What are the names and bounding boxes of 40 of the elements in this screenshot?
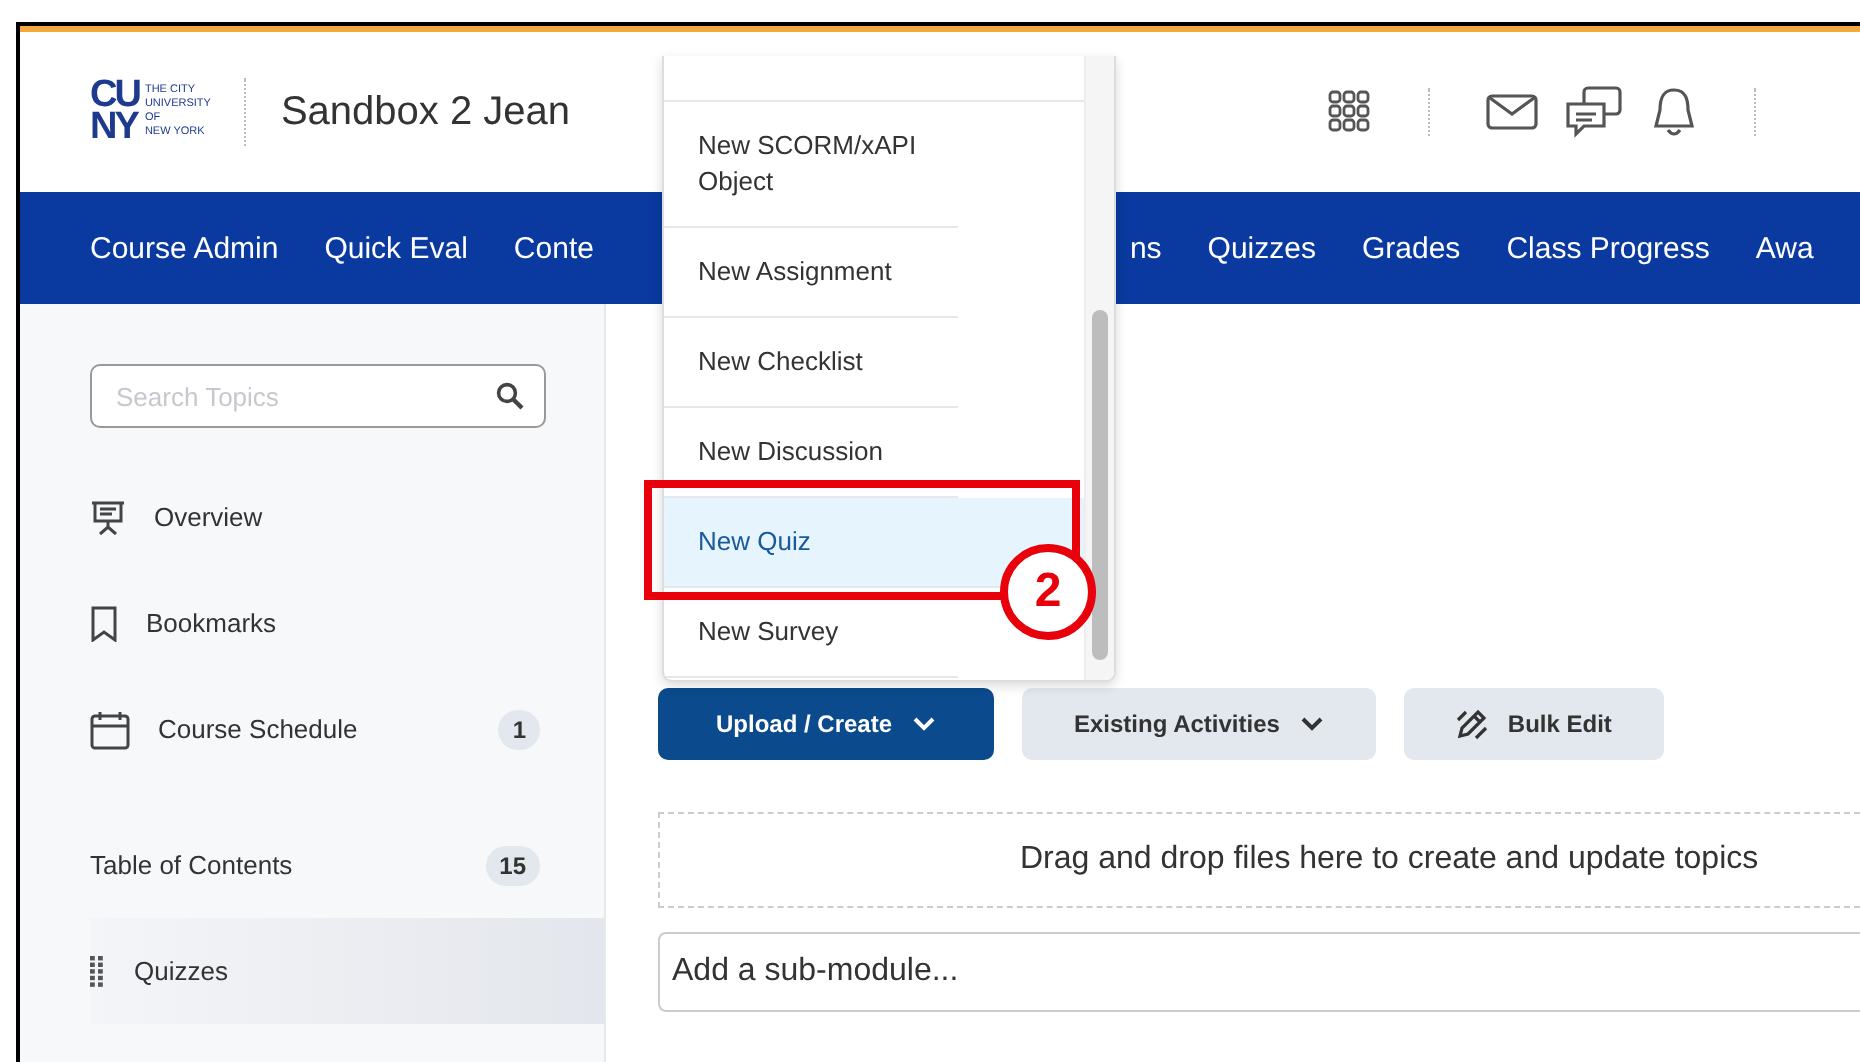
sidebar-item[interactable]: Course Schedule 1 <box>20 676 604 782</box>
menu-item[interactable]: New Survey <box>664 588 958 678</box>
drag-handle-icon[interactable] <box>90 955 106 987</box>
drop-zone-text: Drag and drop files here to create and update topics <box>1020 842 1759 878</box>
notification-bell-icon[interactable] <box>1650 86 1698 138</box>
caret-icon <box>1299 716 1324 732</box>
nav-link[interactable]: Class Progress <box>1506 231 1710 265</box>
course-title[interactable]: Sandbox 2 Jean <box>280 89 571 135</box>
count-badge: 15 <box>485 845 540 885</box>
menu-item[interactable]: New Checklist <box>664 318 958 408</box>
bulk-edit-button[interactable]: Bulk Edit <box>1403 688 1664 760</box>
scrollbar-thumb[interactable] <box>1092 310 1108 660</box>
presentation-icon <box>90 499 126 535</box>
count-badge: 1 <box>498 709 540 749</box>
nav-link[interactable]: Awa <box>1755 231 1814 265</box>
nav-link[interactable]: Course Admin <box>90 231 279 265</box>
nav-link[interactable]: Grades <box>1361 231 1461 265</box>
sidebar-item[interactable]: Quizzes <box>90 918 604 1024</box>
file-drop-zone[interactable]: Drag and drop files here to create and update topics <box>658 812 1860 908</box>
submodule-input-field[interactable]: Add a sub-module... <box>658 932 1860 1012</box>
chat-icon[interactable] <box>1566 86 1622 138</box>
nav-link[interactable]: Quick Eval <box>324 231 468 265</box>
search-field[interactable]: Search Topics <box>90 364 546 428</box>
caret-icon <box>912 716 937 732</box>
nav-link[interactable]: Conte <box>513 231 594 265</box>
calendar-icon <box>90 709 130 749</box>
mail-icon[interactable] <box>1486 94 1538 130</box>
search-icon[interactable] <box>496 382 524 410</box>
nav-link[interactable]: ns <box>1129 231 1162 265</box>
section-heading: Table of Contents 15 <box>20 812 604 918</box>
menu-item[interactable]: New SCORM/xAPI Object <box>664 102 958 228</box>
sidebar-item[interactable]: Bookmarks <box>20 570 604 676</box>
dropdown-button[interactable]: Upload / Create <box>658 688 994 760</box>
dropdown-button[interactable]: Existing Activities <box>1022 688 1376 760</box>
nav-link[interactable]: Quizzes <box>1207 231 1316 265</box>
pencil-icon <box>1455 708 1488 740</box>
menu-item[interactable]: New Assignment <box>664 228 958 318</box>
bookmark-icon <box>90 605 118 641</box>
sidebar-item[interactable]: Overview <box>20 464 604 570</box>
apps-grid-icon[interactable] <box>1328 90 1372 134</box>
